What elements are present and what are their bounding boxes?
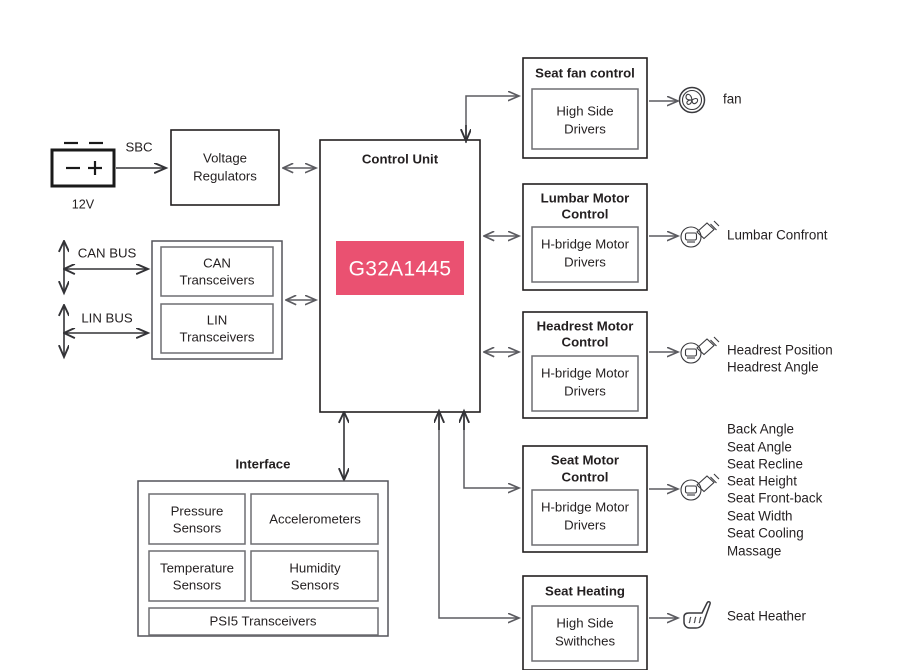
seat-heating-driver-label-line2: Swithches bbox=[555, 633, 616, 648]
seat-motor-load-label-7: Seat Cooling bbox=[727, 526, 804, 541]
pressure-sensors-block bbox=[148, 493, 246, 545]
voltage-regulators-label-line1: Voltage bbox=[203, 150, 247, 165]
headrest-load-label-2: Headrest Angle bbox=[727, 360, 819, 375]
headrest-motor-control-title-line1: Headrest Motor bbox=[537, 318, 634, 333]
headrest-motor-control-title-line2: Control bbox=[562, 334, 609, 349]
seat-heater-load-label: Seat Heather bbox=[727, 609, 806, 624]
can-bus-label: CAN BUS bbox=[78, 245, 137, 260]
interface-title: Interface bbox=[236, 456, 291, 471]
accelerometers-label: Accelerometers bbox=[269, 511, 361, 526]
seat-heating-driver-label-line1: High Side bbox=[556, 615, 613, 630]
control-unit-title: Control Unit bbox=[362, 151, 439, 166]
temperature-sensors-label-line1: Temperature bbox=[160, 560, 234, 575]
seat-motor-load-label-1: Back Angle bbox=[727, 422, 794, 437]
seat-motor-load-label-8: Massage bbox=[727, 544, 781, 559]
seat-motor-driver-label-line1: H-bridge Motor bbox=[541, 499, 630, 514]
headrest-load-label-1: Headrest Position bbox=[727, 343, 833, 358]
seat-motor-load-label-2: Seat Angle bbox=[727, 440, 792, 455]
can-transceivers-label-line1: CAN bbox=[203, 255, 231, 270]
fan-load-label: fan bbox=[723, 92, 742, 107]
seat-motor-load-label-6: Seat Width bbox=[727, 509, 793, 524]
seat-fan-driver-label-line1: High Side bbox=[556, 103, 613, 118]
lin-transceivers-label-line1: LIN bbox=[207, 312, 228, 327]
pressure-sensors-label-line1: Pressure bbox=[171, 503, 224, 518]
seat-fan-driver-block bbox=[531, 88, 639, 150]
temperature-sensors-label-line2: Sensors bbox=[173, 577, 222, 592]
lumbar-motor-control-title-line2: Control bbox=[562, 206, 609, 221]
lumbar-load-label: Lumbar Confront bbox=[727, 228, 828, 243]
seat-motor-load-label-5: Seat Front-back bbox=[727, 491, 823, 506]
seat-motor-load-label-3: Seat Recline bbox=[727, 457, 803, 472]
seat-motor-load-label-4: Seat Height bbox=[727, 474, 797, 489]
humidity-sensors-label-line1: Humidity bbox=[289, 560, 341, 575]
lin-bus-label: LIN BUS bbox=[81, 310, 133, 325]
lumbar-driver-label-line1: H-bridge Motor bbox=[541, 236, 630, 251]
seat-fan-driver-label-line2: Drivers bbox=[564, 121, 606, 136]
battery-voltage-label: 12V bbox=[72, 197, 95, 211]
headrest-driver-label-line2: Drivers bbox=[564, 383, 606, 398]
can-transceivers-label-line2: Transceivers bbox=[180, 272, 255, 287]
temperature-sensors-block bbox=[148, 550, 246, 602]
headrest-driver-label-line1: H-bridge Motor bbox=[541, 365, 630, 380]
block-diagram: 12V SBC Voltage Regulators CAN BUS LIN B… bbox=[0, 0, 906, 670]
seat-motor-control-title-line2: Control bbox=[562, 469, 609, 484]
seat-motor-control-title-line1: Seat Motor bbox=[551, 452, 619, 467]
humidity-sensors-block bbox=[250, 550, 379, 602]
seat-heating-title: Seat Heating bbox=[545, 583, 625, 598]
humidity-sensors-label-line2: Sensors bbox=[291, 577, 340, 592]
lumbar-motor-control-title-line1: Lumbar Motor bbox=[541, 190, 630, 205]
voltage-regulators-label-line2: Regulators bbox=[193, 168, 257, 183]
seat-fan-control-title: Seat fan control bbox=[535, 65, 635, 80]
lin-transceivers-label-line2: Transceivers bbox=[180, 329, 255, 344]
pressure-sensors-label-line2: Sensors bbox=[173, 520, 222, 535]
psi5-transceivers-label: PSI5 Transceivers bbox=[209, 613, 316, 628]
sbc-label: SBC bbox=[125, 139, 153, 154]
mcu-chip-label: G32A1445 bbox=[349, 258, 452, 281]
battery-icon bbox=[50, 141, 116, 188]
lumbar-driver-label-line2: Drivers bbox=[564, 254, 606, 269]
seat-motor-driver-label-line2: Drivers bbox=[564, 517, 606, 532]
